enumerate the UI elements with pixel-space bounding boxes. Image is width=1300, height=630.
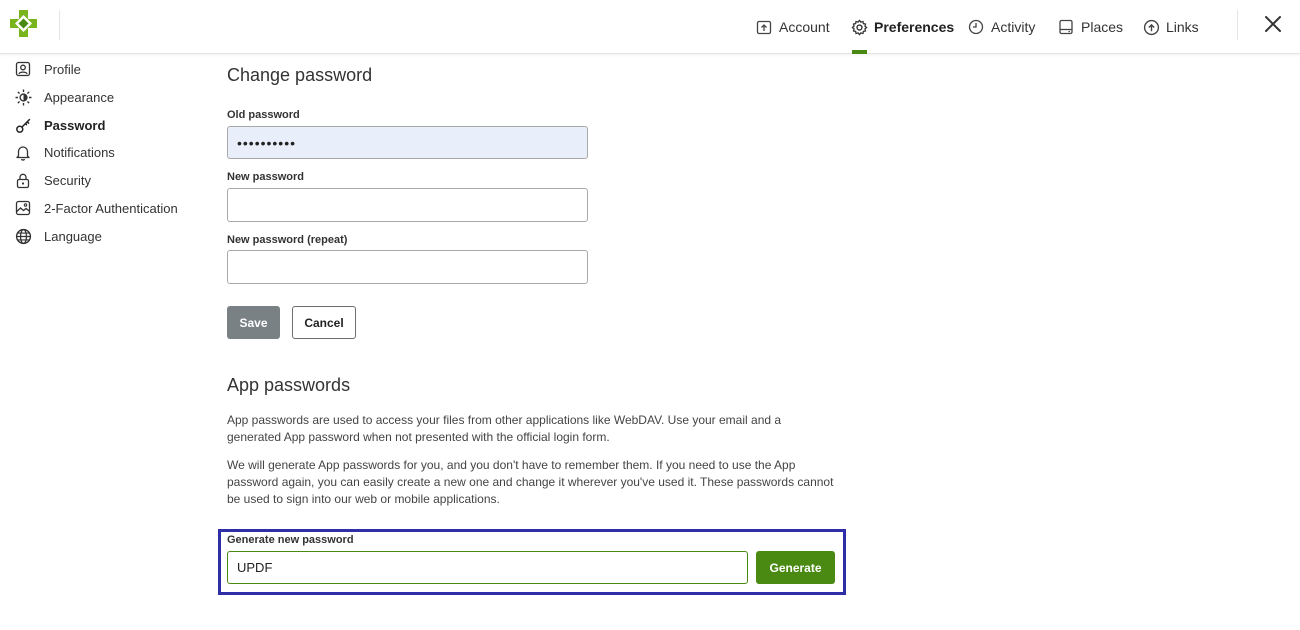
top-divider xyxy=(1237,10,1238,40)
app-passwords-description: App passwords are used to access your fi… xyxy=(227,413,782,444)
nav-account-label: Account xyxy=(779,19,830,35)
nav-links[interactable]: Links xyxy=(1142,0,1199,54)
sidebar-item-label: Password xyxy=(44,117,106,133)
new-password-repeat-field[interactable] xyxy=(227,250,588,284)
nav-account[interactable]: Account xyxy=(755,0,830,54)
nav-activity-label: Activity xyxy=(991,19,1036,35)
sidebar-item-2fa[interactable]: 2-Factor Authentication xyxy=(14,197,178,219)
sidebar-item-language[interactable]: Language xyxy=(14,225,102,247)
top-bar: Account Preferences Activity Places Link… xyxy=(0,0,1300,54)
sidebar-item-label: Profile xyxy=(44,61,81,77)
globe-icon xyxy=(14,227,32,245)
change-password-title: Change password xyxy=(227,65,373,85)
app-passwords-note: We will generate App passwords for you, … xyxy=(227,458,834,506)
nav-preferences[interactable]: Preferences xyxy=(850,0,954,54)
image-icon xyxy=(14,199,32,217)
close-icon[interactable] xyxy=(1262,13,1284,35)
sidebar-item-notifications[interactable]: Notifications xyxy=(14,141,115,163)
sidebar-item-label: Appearance xyxy=(44,89,115,105)
nav-activity[interactable]: Activity xyxy=(967,0,1035,54)
sidebar-item-password[interactable]: Password xyxy=(14,114,105,136)
nav-links-label: Links xyxy=(1166,19,1199,35)
new-password-label: New password xyxy=(227,171,305,183)
sidebar-item-label: Security xyxy=(44,172,91,188)
old-password-label: Old password xyxy=(227,109,300,121)
drive-icon xyxy=(1057,18,1075,36)
save-button[interactable]: Save xyxy=(227,306,280,339)
sun-icon xyxy=(14,88,32,106)
gear-icon xyxy=(850,18,868,36)
sidebar-item-profile[interactable]: Profile xyxy=(14,58,81,80)
app-passwords-title: App passwords xyxy=(227,375,351,395)
sidebar-item-appearance[interactable]: Appearance xyxy=(14,86,114,108)
nav-places[interactable]: Places xyxy=(1057,0,1123,54)
cancel-button[interactable]: Cancel xyxy=(292,306,356,339)
profile-icon xyxy=(14,60,32,78)
sidebar-item-security[interactable]: Security xyxy=(14,169,91,191)
sidebar-item-label: 2-Factor Authentication xyxy=(44,200,178,216)
app-logo[interactable] xyxy=(10,10,37,37)
old-password-field[interactable] xyxy=(227,126,588,159)
bell-icon xyxy=(14,143,32,161)
logo-divider xyxy=(59,10,60,40)
sidebar-item-label: Language xyxy=(44,228,102,244)
account-upload-icon xyxy=(755,18,773,36)
lock-icon xyxy=(14,171,32,189)
new-password-field[interactable] xyxy=(227,188,588,222)
sidebar-item-label: Notifications xyxy=(44,144,115,160)
cloud-upload-icon xyxy=(1142,18,1160,36)
generate-button[interactable]: Generate xyxy=(756,551,835,584)
nav-preferences-label: Preferences xyxy=(874,19,955,35)
key-icon xyxy=(14,116,32,134)
generate-password-input[interactable] xyxy=(227,551,748,584)
clock-icon xyxy=(967,18,985,36)
new-password-repeat-label: New password (repeat) xyxy=(227,234,348,246)
nav-places-label: Places xyxy=(1081,19,1124,35)
generate-password-label: Generate new password xyxy=(227,534,354,546)
